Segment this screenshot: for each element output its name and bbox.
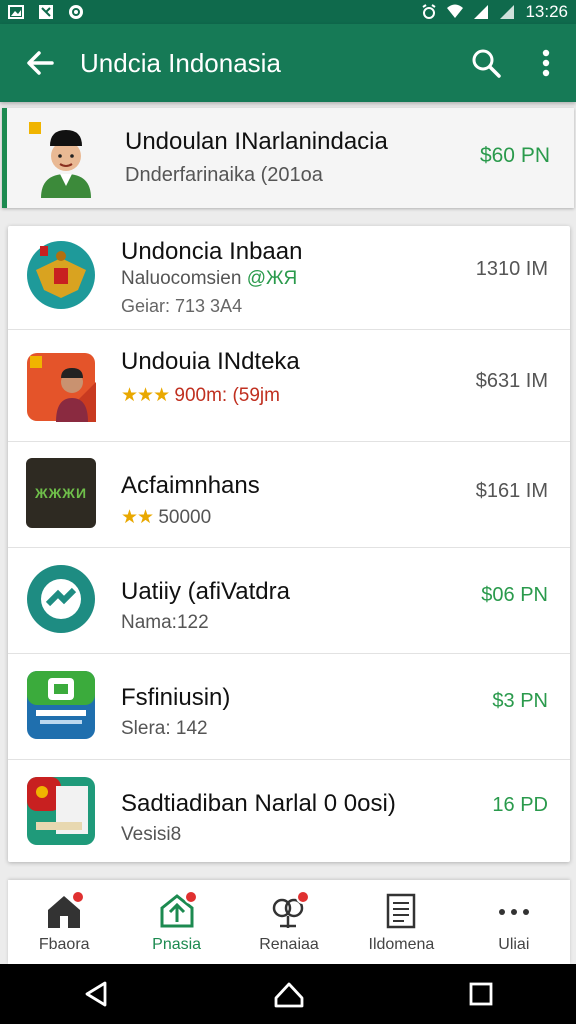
- app-list: Undoncia Inbaan Naluocomsien @ЖЯ Geiar: …: [8, 226, 570, 862]
- item-detail-2: Geiar: 713 3A4: [121, 296, 243, 316]
- list-item[interactable]: Undoncia Inbaan Naluocomsien @ЖЯ Geiar: …: [8, 226, 570, 330]
- list-item[interactable]: Sadtiadiban Narlal 0 0osi) Vesisi8 16 PD: [8, 760, 570, 862]
- app-bar: Undcia Indonasia: [0, 24, 576, 102]
- search-icon: [472, 49, 501, 78]
- system-navigation-bar: [0, 964, 576, 1024]
- page-title: Undcia Indonasia: [80, 47, 281, 78]
- item-rating: ★★★ 900m: (59jm: [121, 385, 280, 406]
- avatar-icon: [29, 122, 91, 198]
- wifi-icon: [447, 4, 464, 18]
- item-price: $06 PN: [481, 584, 548, 606]
- item-detail: Slera: 142: [121, 718, 208, 739]
- list-item[interactable]: Fsfiniusin) Slera: 142 $3 PN: [8, 654, 570, 760]
- document-app-icon: [27, 777, 95, 845]
- rating-stars: ★★: [121, 507, 154, 528]
- status-bar: 13:26: [0, 0, 576, 24]
- nav-label: Renaiaa: [259, 936, 319, 953]
- nav-label: Ildomena: [368, 936, 435, 953]
- document-icon: [387, 893, 416, 929]
- finance-app-icon: [27, 671, 95, 739]
- arrow-back-icon: [27, 51, 54, 75]
- battery-icon: [500, 5, 515, 19]
- upload-box-icon: [160, 892, 196, 928]
- recents-nav-icon[interactable]: [467, 980, 495, 1008]
- sync-app-icon: [27, 565, 95, 633]
- bottom-navigation: Fbaora Pnasia Renaiaa Ildomena Uliai: [8, 880, 570, 964]
- image-notification-icon: [8, 5, 24, 19]
- item-price: $3 PN: [492, 690, 548, 712]
- list-item[interactable]: ЖЖЖИ Acfaimnhans ★★ 50000 $161 IM: [8, 442, 570, 548]
- item-name: Uatiiy (afiVatdra: [121, 578, 290, 605]
- featured-item[interactable]: Undoulan INarlanindacia Dnderfarinaika (…: [2, 108, 574, 208]
- item-name: Fsfiniusin): [121, 684, 231, 711]
- nav-item-more[interactable]: Uliai: [458, 880, 570, 964]
- more-horiz-icon: [498, 909, 529, 915]
- more-vert-icon: [542, 49, 550, 77]
- flower-icon: [272, 892, 309, 928]
- featured-title: Undoulan INarlanindacia: [125, 128, 388, 155]
- item-price: 16 PD: [492, 794, 548, 816]
- nav-item-home[interactable]: Fbaora: [8, 880, 120, 964]
- overflow-menu-button[interactable]: [516, 24, 576, 102]
- signal-icon: [474, 5, 489, 19]
- nav-item-pnasia[interactable]: Pnasia: [120, 880, 232, 964]
- rating-stars: ★★★: [121, 385, 170, 406]
- item-detail: Vesisi8: [121, 824, 182, 845]
- featured-subtitle: Dnderfarinaika (201oa: [125, 164, 323, 186]
- item-name: Sadtiadiban Narlal 0 0osi): [121, 790, 396, 817]
- item-rating: ★★ 50000: [121, 507, 212, 528]
- item-name: Undouia INdteka: [121, 348, 300, 375]
- back-nav-icon[interactable]: [81, 979, 111, 1009]
- sync-notification-icon: [69, 5, 83, 19]
- item-name: Acfaimnhans: [121, 472, 260, 499]
- home-icon: [48, 892, 84, 928]
- item-price: $161 IM: [475, 480, 548, 502]
- status-time: 13:26: [525, 2, 568, 21]
- list-item[interactable]: Uatiiy (afiVatdra Nama:122 $06 PN: [8, 548, 570, 654]
- alarm-icon: [422, 4, 437, 19]
- item-name: Undoncia Inbaan: [121, 238, 303, 265]
- nav-label: Pnasia: [152, 936, 202, 953]
- featured-price: $60 PN: [479, 144, 550, 167]
- back-button[interactable]: [0, 24, 80, 102]
- portrait-app-icon: [27, 353, 96, 422]
- nav-item-renaiaa[interactable]: Renaiaa: [233, 880, 345, 964]
- nav-label: Fbaora: [38, 936, 90, 953]
- search-button[interactable]: [456, 24, 516, 102]
- nav-item-ildomena[interactable]: Ildomena: [345, 880, 457, 964]
- item-price: 1310 IM: [475, 258, 548, 280]
- home-nav-icon[interactable]: [273, 978, 305, 1010]
- garuda-emblem-icon: [27, 241, 95, 309]
- media-notification-icon: [39, 5, 53, 19]
- item-price: $631 IM: [475, 370, 548, 392]
- item-detail: Nama:122: [121, 612, 209, 633]
- pattern-app-icon: ЖЖЖИ: [26, 458, 96, 528]
- item-detail: Naluocomsien @ЖЯ: [121, 268, 298, 289]
- nav-label: Uliai: [498, 936, 530, 953]
- item-tag: @ЖЯ: [246, 268, 298, 289]
- list-item[interactable]: Undouia INdteka ★★★ 900m: (59jm $631 IM: [8, 330, 570, 442]
